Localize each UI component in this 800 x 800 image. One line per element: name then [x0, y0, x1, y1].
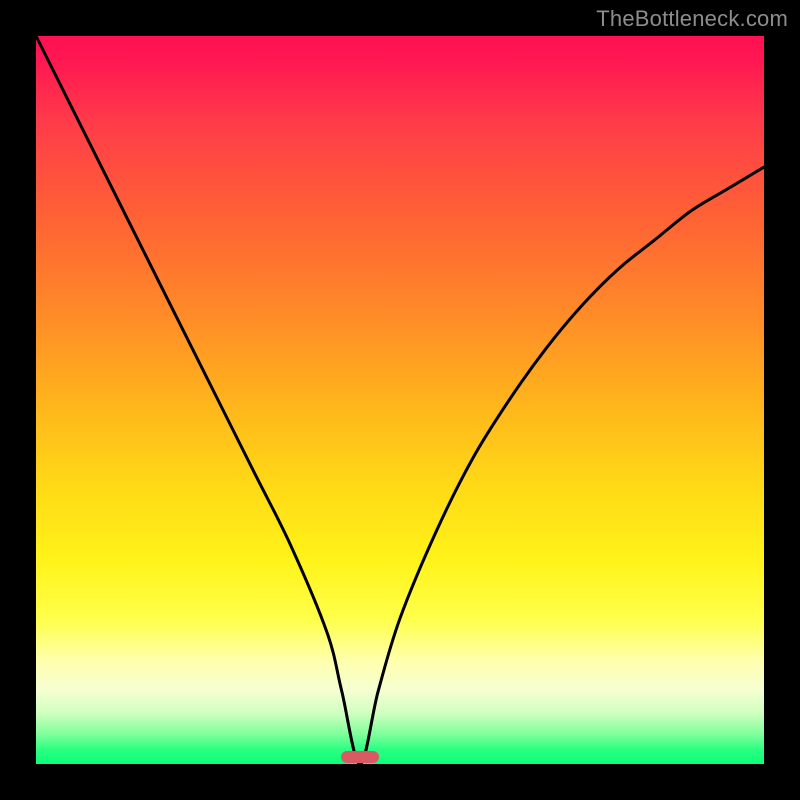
bottleneck-curve-path	[36, 36, 764, 764]
optimal-point-marker	[341, 751, 379, 763]
watermark-text: TheBottleneck.com	[596, 6, 788, 32]
chart-frame: TheBottleneck.com	[0, 0, 800, 800]
bottleneck-curve	[36, 36, 764, 764]
plot-area	[36, 36, 764, 764]
